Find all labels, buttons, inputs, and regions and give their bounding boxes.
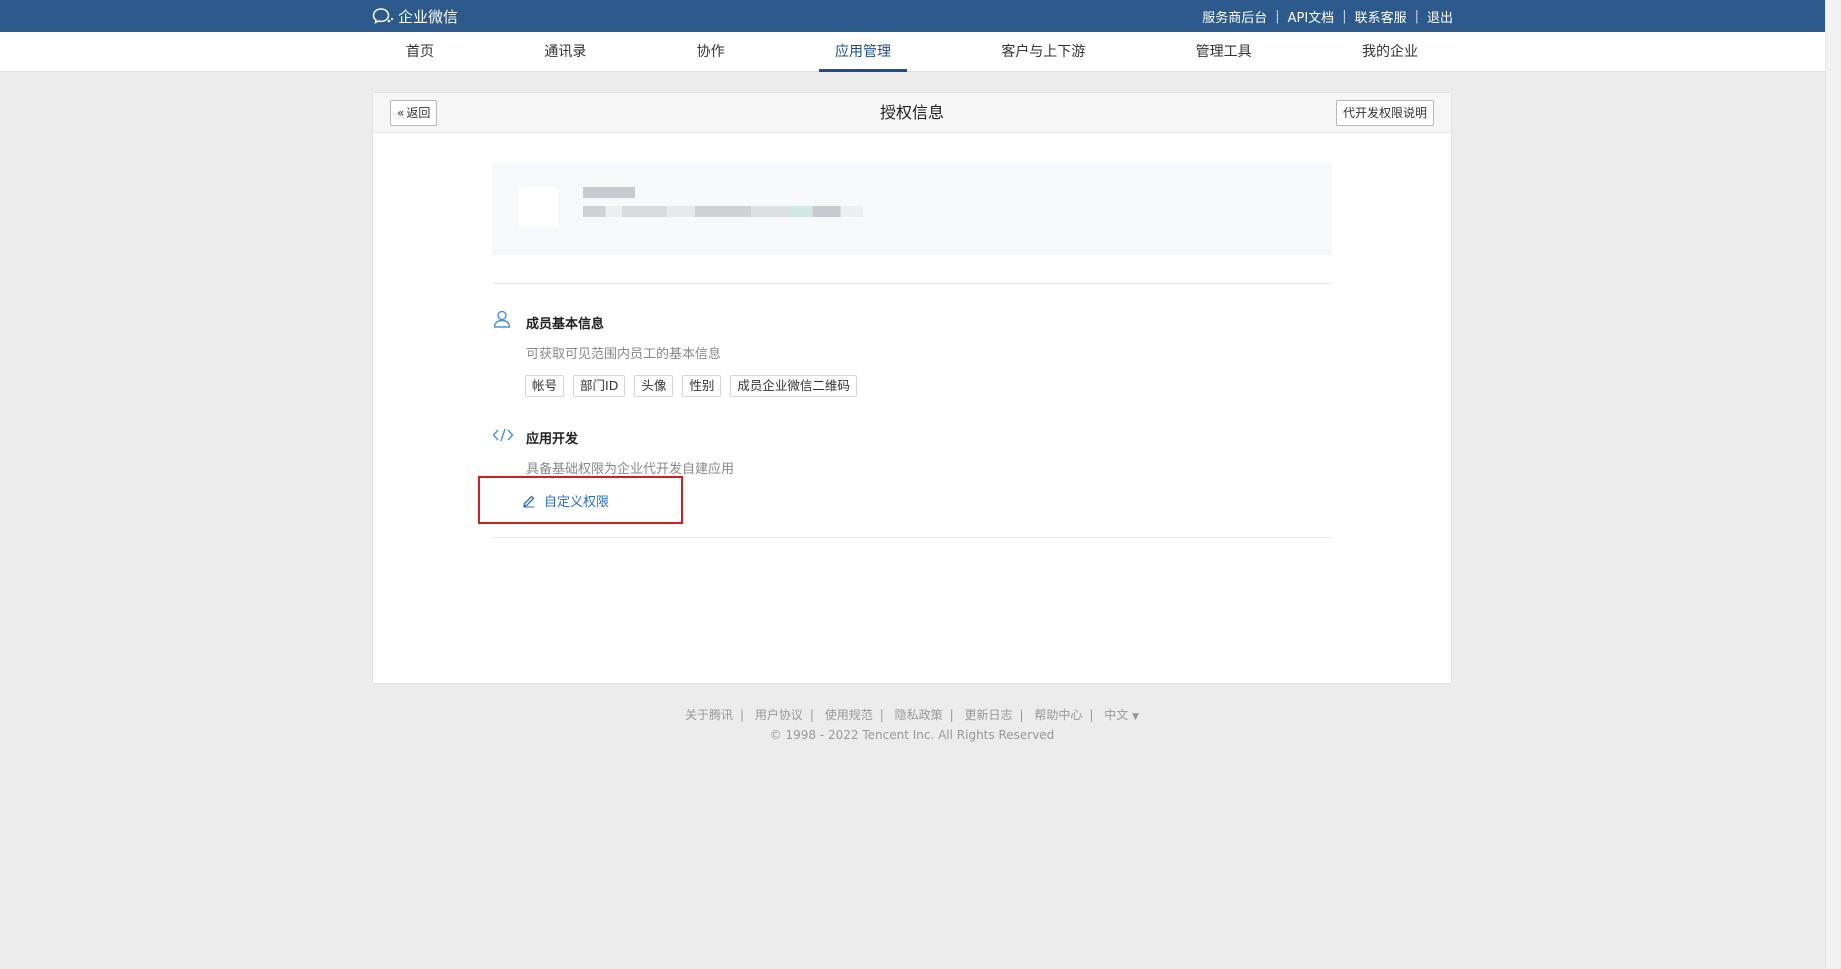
app-dev-desc: 具备基础权限为企业代开发自建应用 [526, 462, 735, 477]
tag-account: 帐号 [525, 375, 565, 397]
permission-explain-button[interactable]: 代开发权限说明 [1335, 100, 1434, 126]
user-icon [493, 310, 511, 328]
nav-tab-home[interactable]: 首页 [390, 32, 450, 72]
caret-down-icon: ▼ [1132, 712, 1140, 722]
auth-info-card: « 返回 授权信息 代开发权限说明 成员基本信息 可获取可见范围内员工的基本信息… [372, 92, 1452, 684]
footer-link-user-agreement[interactable]: 用户协议 [755, 708, 803, 722]
nav-tab-app-management[interactable]: 应用管理 [818, 32, 907, 72]
top-link-provider-backend[interactable]: 服务商后台 [1202, 7, 1267, 26]
footer-link-help[interactable]: 帮助中心 [1034, 708, 1082, 722]
footer-separator: | [1019, 708, 1024, 722]
tag-gender: 性别 [682, 375, 722, 397]
nav-tab-customers[interactable]: 客户与上下游 [985, 32, 1101, 72]
blurred-app-desc [583, 206, 863, 217]
tag-avatar: 头像 [634, 375, 674, 397]
blurred-app-name [583, 187, 635, 198]
language-select[interactable]: 中文 ▼ [1104, 708, 1139, 722]
footer-link-privacy[interactable]: 隐私政策 [895, 708, 943, 722]
code-icon [492, 428, 514, 442]
member-field-tags: 帐号 部门ID 头像 性别 成员企业微信二维码 [525, 375, 857, 397]
vertical-scrollbar[interactable] [1825, 0, 1841, 969]
top-link-separator: | [1275, 9, 1280, 24]
app-dev-title: 应用开发 [526, 432, 579, 447]
footer-separator: | [739, 708, 744, 722]
top-link-logout[interactable]: 退出 [1427, 7, 1453, 26]
language-label: 中文 [1104, 708, 1129, 722]
top-link-contact-support[interactable]: 联系客服 [1355, 7, 1407, 26]
card-header: « 返回 授权信息 代开发权限说明 [373, 93, 1451, 133]
footer-link-about[interactable]: 关于腾讯 [685, 708, 733, 722]
footer-separator: | [949, 708, 954, 722]
top-link-separator: | [1414, 9, 1419, 24]
app-info-blurred [492, 163, 1332, 255]
member-info-title: 成员基本信息 [526, 317, 605, 332]
nav-tab-contacts[interactable]: 通讯录 [528, 32, 602, 72]
footer-separator: | [1089, 708, 1094, 722]
footer-link-usage-rules[interactable]: 使用规范 [825, 708, 873, 722]
top-link-api-docs[interactable]: API文档 [1288, 7, 1335, 26]
wecom-logo-icon [372, 8, 394, 24]
tag-qrcode: 成员企业微信二维码 [730, 375, 857, 397]
section-divider [492, 537, 1332, 538]
footer-links: 关于腾讯 | 用户协议 | 使用规范 | 隐私政策 | 更新日志 | 帮助中心 | 中文 ▼ [372, 706, 1452, 723]
section-divider [492, 283, 1332, 284]
nav-tab-my-enterprise[interactable]: 我的企业 [1346, 32, 1434, 72]
footer-link-changelog[interactable]: 更新日志 [965, 708, 1013, 722]
brand-logo[interactable]: 企业微信 [372, 6, 458, 26]
nav-tab-admin-tools[interactable]: 管理工具 [1180, 32, 1268, 72]
top-link-separator: | [1342, 9, 1347, 24]
top-links: 服务商后台 | API文档 | 联系客服 | 退出 [1202, 7, 1453, 26]
brand-name: 企业微信 [398, 7, 459, 26]
tag-department-id: 部门ID [573, 375, 626, 397]
highlight-box [478, 476, 683, 524]
copyright: © 1998 - 2022 Tencent Inc. All Rights Re… [769, 728, 1055, 742]
footer-separator: | [809, 708, 814, 722]
app-logo-image [518, 187, 558, 227]
page-title: 授权信息 [879, 103, 944, 122]
nav-tab-collaboration[interactable]: 协作 [681, 32, 741, 72]
main-nav: 首页 通讯录 协作 应用管理 客户与上下游 管理工具 我的企业 [0, 32, 1825, 72]
top-bar: 企业微信 服务商后台 | API文档 | 联系客服 | 退出 [0, 0, 1825, 32]
member-info-desc: 可获取可见范围内员工的基本信息 [526, 347, 722, 362]
footer-separator: | [879, 708, 884, 722]
